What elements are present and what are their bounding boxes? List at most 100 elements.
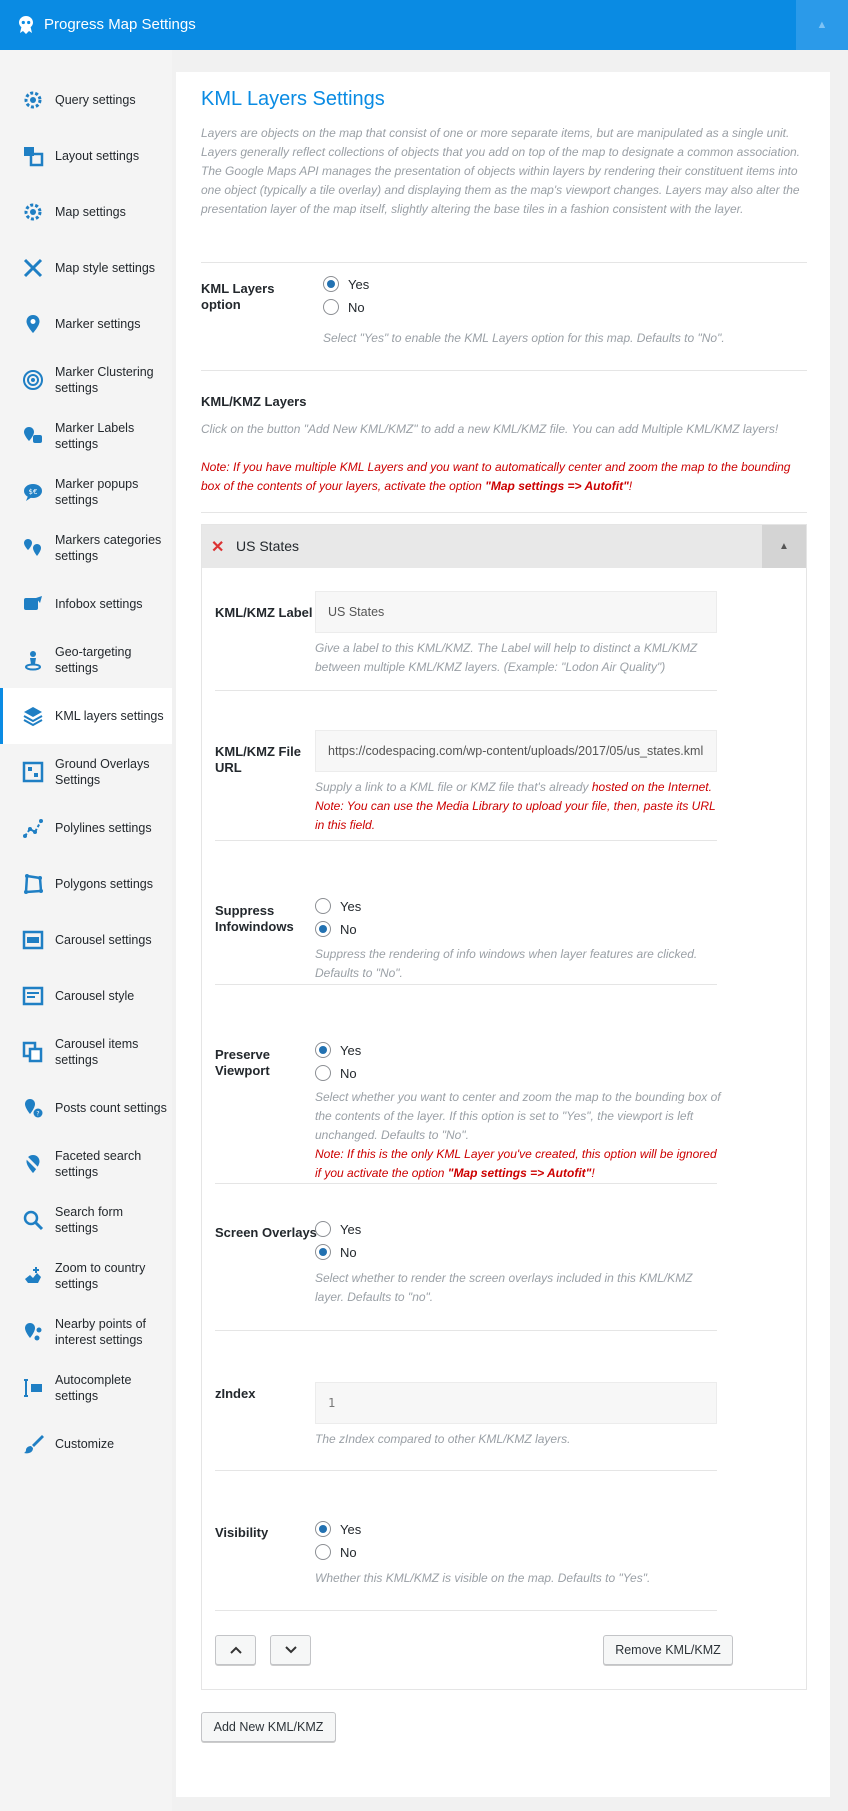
pencil-ruler-icon bbox=[23, 258, 43, 278]
kml-layers-heading: KML/KMZ Layers bbox=[201, 394, 307, 409]
note-suffix: ! bbox=[591, 1166, 595, 1180]
sidebar-item-geo-targeting[interactable]: Geo-targeting settings bbox=[0, 632, 172, 688]
preserve-no-radio[interactable] bbox=[315, 1065, 331, 1081]
kml-url-input[interactable]: https://codespacing.com/wp-content/uploa… bbox=[315, 730, 717, 772]
sidebar-item-label: Infobox settings bbox=[55, 597, 143, 611]
visibility-no-radio[interactable] bbox=[315, 1544, 331, 1560]
add-kml-button[interactable]: Add New KML/KMZ bbox=[201, 1712, 336, 1742]
sidebar-item-ground-overlays[interactable]: Ground Overlays Settings bbox=[0, 744, 172, 800]
sidebar-item-label: Map settings bbox=[55, 205, 126, 219]
gear-icon bbox=[24, 91, 42, 109]
sidebar-item-label: Layout settings bbox=[55, 149, 140, 163]
svg-text:?: ? bbox=[36, 1111, 39, 1118]
kml-option-no-radio[interactable] bbox=[323, 299, 339, 315]
suppress-no-radio[interactable] bbox=[315, 921, 331, 937]
collapse-layer-icon[interactable]: ▲ bbox=[762, 525, 806, 568]
sidebar-item-label: Nearby points of interest settings bbox=[55, 1317, 147, 1347]
sidebar-item-marker-popups[interactable]: $€ Marker popups settings bbox=[0, 464, 172, 520]
sidebar-item-faceted-search[interactable]: Faceted search settings bbox=[0, 1136, 172, 1192]
zindex-input[interactable]: 1 bbox=[315, 1382, 717, 1424]
remove-layer-icon[interactable]: ✕ bbox=[211, 537, 224, 557]
nearby-poi-icon bbox=[25, 1323, 42, 1341]
note-suffix: ! bbox=[628, 479, 633, 493]
divider bbox=[215, 1470, 717, 1471]
screen-overlays-yes-radio[interactable] bbox=[315, 1221, 331, 1237]
visibility-yes-radio[interactable] bbox=[315, 1521, 331, 1537]
marker-labels-icon bbox=[24, 427, 42, 443]
sidebar-item-zoom-to-country[interactable]: Zoom to country settings bbox=[0, 1248, 172, 1304]
sidebar-item-nearby-poi[interactable]: Nearby points of interest settings bbox=[0, 1304, 172, 1360]
divider bbox=[215, 690, 717, 691]
sidebar: Query settings Layout settings Map setti… bbox=[0, 50, 172, 1811]
layout-icon bbox=[24, 147, 44, 167]
sidebar-item-infobox[interactable]: Infobox settings bbox=[0, 576, 172, 632]
preserve-yes-radio[interactable] bbox=[315, 1042, 331, 1058]
chevron-down-icon bbox=[284, 1646, 297, 1654]
sidebar-item-kml-layers[interactable]: KML layers settings bbox=[0, 688, 172, 744]
sidebar-item-label: Faceted search settings bbox=[55, 1149, 142, 1179]
sidebar-item-layout-settings[interactable]: Layout settings bbox=[0, 128, 172, 184]
sidebar-item-label: Marker Clustering settings bbox=[55, 365, 154, 395]
visibility-label: Visibility bbox=[215, 1525, 269, 1540]
page-title: KML Layers Settings bbox=[201, 88, 385, 110]
preserve-viewport-label: Preserve Viewport bbox=[215, 1047, 270, 1078]
kml-label-input[interactable]: US States bbox=[315, 591, 717, 633]
preserve-yes-label: Yes bbox=[340, 1043, 362, 1058]
cluster-icon bbox=[23, 370, 43, 390]
sidebar-item-polygons[interactable]: Polygons settings bbox=[0, 856, 172, 912]
sidebar-item-label: Marker popups settings bbox=[55, 477, 139, 507]
section-intro: Layers are objects on the map that consi… bbox=[201, 126, 801, 216]
move-down-button[interactable] bbox=[270, 1635, 311, 1665]
zindex-help: The zIndex compared to other KML/KMZ lay… bbox=[315, 1432, 571, 1446]
kml-option-help: Select "Yes" to enable the KML Layers op… bbox=[323, 331, 725, 345]
sidebar-item-customize[interactable]: Customize bbox=[0, 1416, 172, 1472]
sidebar-item-carousel-style[interactable]: Carousel style bbox=[0, 968, 172, 1024]
sidebar-item-label: Geo-targeting settings bbox=[55, 645, 132, 675]
sidebar-item-map-style-settings[interactable]: Map style settings bbox=[0, 240, 172, 296]
kml-layer-header[interactable]: ✕ US States ▲ bbox=[202, 525, 806, 568]
kml-option-yes-radio[interactable] bbox=[323, 276, 339, 292]
divider bbox=[201, 262, 807, 263]
carousel-icon bbox=[22, 930, 44, 950]
sidebar-item-autocomplete[interactable]: Autocomplete settings bbox=[0, 1360, 172, 1416]
sidebar-item-markers-categories[interactable]: Markers categories settings bbox=[0, 520, 172, 576]
sidebar-item-search-form[interactable]: Search form settings bbox=[0, 1192, 172, 1248]
carousel-items-icon bbox=[22, 1041, 43, 1063]
kml-url-note: Note: You can use the Media Library to u… bbox=[315, 799, 716, 832]
suppress-yes-radio[interactable] bbox=[315, 898, 331, 914]
screen-overlays-no-radio[interactable] bbox=[315, 1244, 331, 1260]
sidebar-item-posts-count[interactable]: ? Posts count settings bbox=[0, 1080, 172, 1136]
move-up-button[interactable] bbox=[215, 1635, 256, 1665]
sidebar-item-marker-settings[interactable]: Marker settings bbox=[0, 296, 172, 352]
suppress-help: Suppress the rendering of info windows w… bbox=[315, 947, 698, 980]
sidebar-item-marker-clustering[interactable]: Marker Clustering settings bbox=[0, 352, 172, 408]
preserve-help: Select whether you want to center and zo… bbox=[315, 1090, 721, 1142]
sidebar-item-label: Customize bbox=[55, 1437, 115, 1451]
remove-kml-button[interactable]: Remove KML/KMZ bbox=[603, 1635, 733, 1665]
sidebar-item-map-settings[interactable]: Map settings bbox=[0, 184, 172, 240]
popup-icon: $€ bbox=[24, 484, 42, 501]
sidebar-item-query-settings[interactable]: Query settings bbox=[0, 72, 172, 128]
sidebar-item-label: Marker Labels settings bbox=[55, 421, 135, 451]
sidebar-item-carousel-settings[interactable]: Carousel settings bbox=[0, 912, 172, 968]
kml-layers-help: Click on the button "Add New KML/KMZ" to… bbox=[201, 422, 779, 436]
visibility-help: Whether this KML/KMZ is visible on the m… bbox=[315, 1571, 651, 1585]
divider bbox=[215, 1330, 717, 1331]
kml-layer-panel: ✕ US States ▲ KML/KMZ Label US States Gi… bbox=[201, 524, 807, 1690]
logo-icon bbox=[19, 16, 33, 34]
collapse-button[interactable]: ▲ bbox=[796, 0, 848, 50]
sidebar-item-label: Carousel items settings bbox=[55, 1037, 139, 1067]
sidebar-item-label: Carousel style bbox=[55, 989, 135, 1003]
screen-overlays-yes-label: Yes bbox=[340, 1222, 362, 1237]
brush-icon bbox=[24, 1435, 44, 1454]
sidebar-item-marker-labels[interactable]: Marker Labels settings bbox=[0, 408, 172, 464]
screen-overlays-help: Select whether to render the screen over… bbox=[315, 1271, 693, 1304]
zindex-label: zIndex bbox=[215, 1386, 256, 1401]
categories-icon bbox=[24, 539, 41, 556]
posts-count-icon: ? bbox=[25, 1099, 43, 1118]
kml-label-help: Give a label to this KML/KMZ. The Label … bbox=[315, 641, 698, 674]
sidebar-item-polylines[interactable]: Polylines settings bbox=[0, 800, 172, 856]
sidebar-item-carousel-items[interactable]: Carousel items settings bbox=[0, 1024, 172, 1080]
gear-icon bbox=[24, 203, 42, 221]
divider bbox=[201, 370, 807, 371]
